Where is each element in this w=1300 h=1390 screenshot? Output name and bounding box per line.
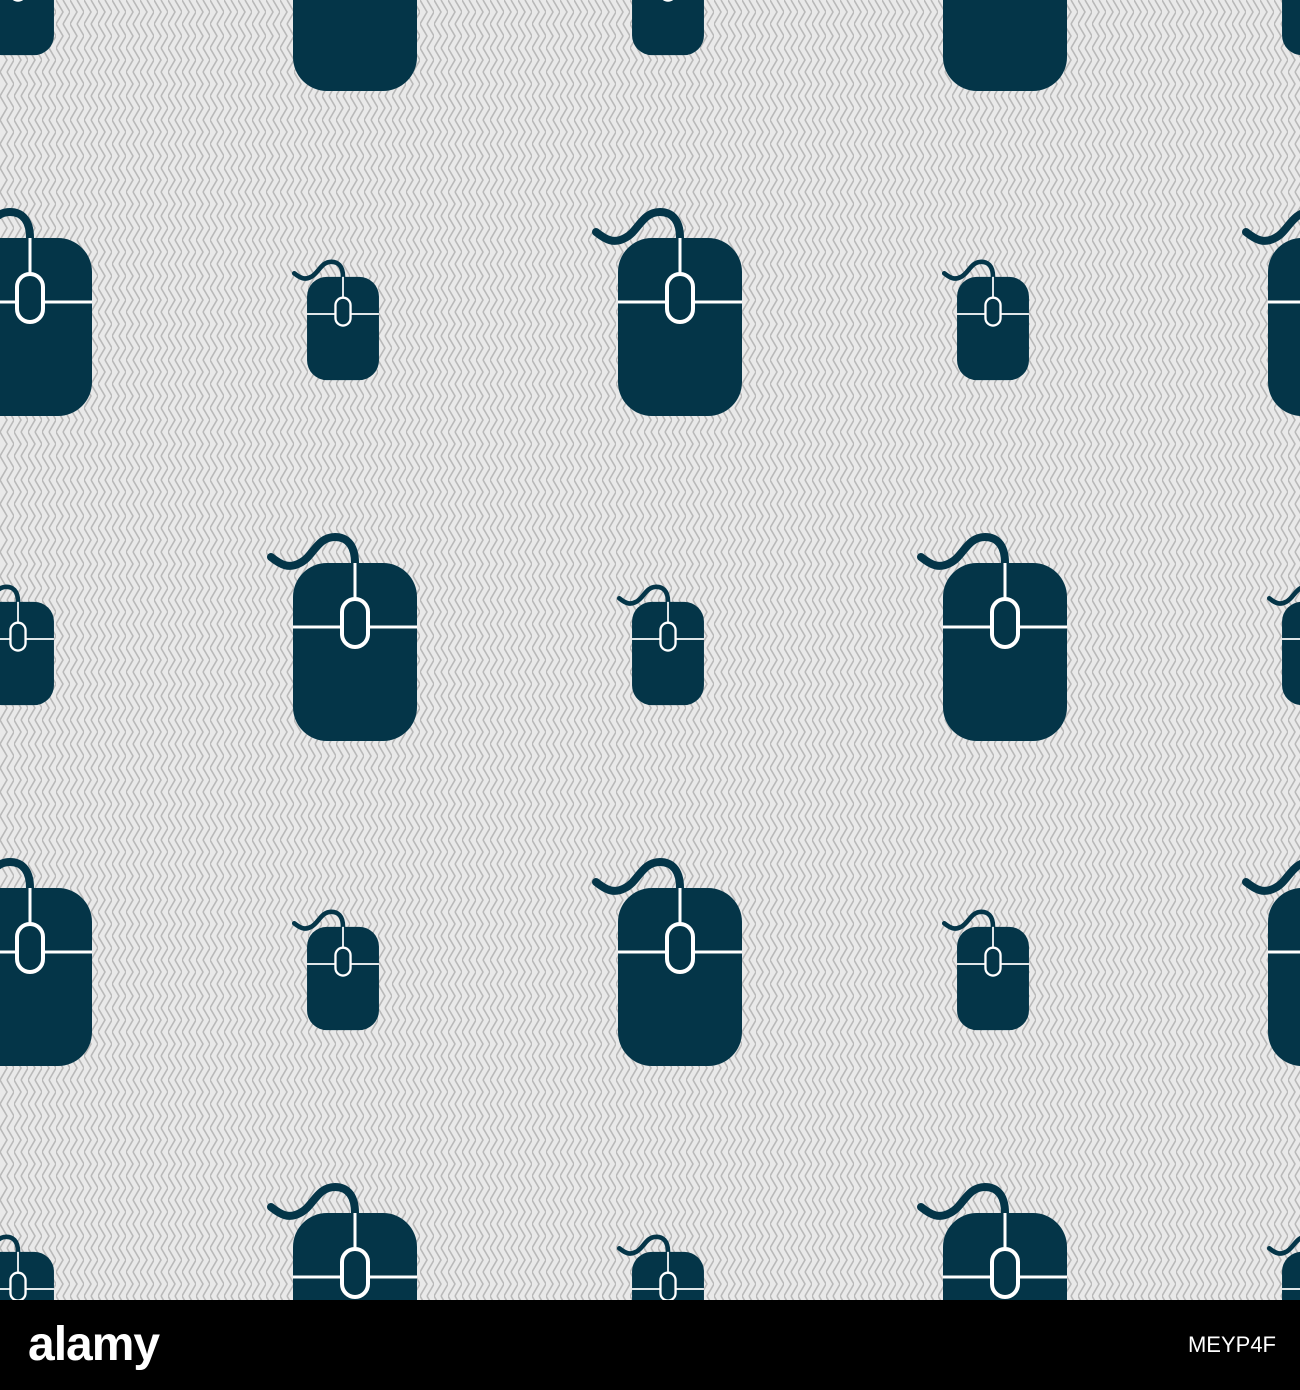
image-id: MEYP4F: [1187, 1332, 1276, 1357]
computer-mouse-icon: [0, 0, 54, 56]
brand-logo: alamy: [28, 1318, 160, 1371]
seamless-mouse-pattern: [0, 0, 1300, 1300]
footer-bar: alamy MEYP4F: [0, 1300, 1300, 1390]
stock-image: alamy MEYP4F: [0, 0, 1300, 1390]
